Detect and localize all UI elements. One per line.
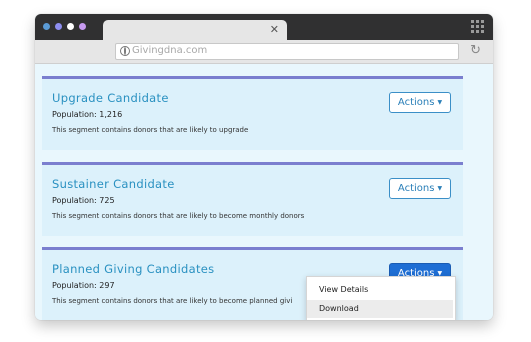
browser-window: ✕ Givingdna.com ↻ Upgrade Candidate Popu… [35, 14, 493, 320]
window-dot-3[interactable] [67, 23, 74, 30]
url-field[interactable]: Givingdna.com [115, 43, 459, 60]
caret-down-icon: ▼ [437, 184, 443, 192]
reload-icon[interactable]: ↻ [470, 42, 481, 60]
browser-tab[interactable]: ✕ [103, 20, 287, 40]
segment-title: Upgrade Candidate [52, 91, 169, 105]
segment-card-upgrade: Upgrade Candidate Population: 1,216 This… [42, 76, 463, 150]
actions-button[interactable]: Actions ▼ [389, 178, 451, 199]
actions-dropdown-menu: View Details Download [306, 276, 456, 320]
window-dot-1[interactable] [43, 23, 50, 30]
segment-population: Population: 725 [52, 196, 115, 205]
close-icon[interactable]: ✕ [270, 21, 279, 39]
address-bar: Givingdna.com ↻ [35, 40, 493, 64]
globe-icon [120, 46, 130, 56]
menu-item-view-details[interactable]: View Details [307, 281, 453, 299]
title-bar: ✕ [35, 14, 493, 40]
segment-card-sustainer: Sustainer Candidate Population: 725 This… [42, 162, 463, 236]
segment-description: This segment contains donors that are li… [52, 297, 293, 305]
grid-menu-icon[interactable] [471, 20, 484, 33]
window-dot-4[interactable] [79, 23, 86, 30]
segment-population: Population: 1,216 [52, 110, 123, 119]
actions-button-label: Actions [397, 97, 435, 108]
window-dot-2[interactable] [55, 23, 62, 30]
segment-description: This segment contains donors that are li… [52, 126, 249, 134]
actions-button-label: Actions [397, 183, 435, 194]
segment-population: Population: 297 [52, 281, 115, 290]
caret-down-icon: ▼ [437, 98, 443, 106]
menu-item-download[interactable]: Download [307, 300, 453, 318]
actions-button[interactable]: Actions ▼ [389, 92, 451, 113]
segment-description: This segment contains donors that are li… [52, 212, 305, 220]
url-text: Givingdna.com [132, 45, 208, 56]
page-content: Upgrade Candidate Population: 1,216 This… [35, 64, 493, 320]
segment-title: Sustainer Candidate [52, 177, 175, 191]
segment-title: Planned Giving Candidates [52, 262, 215, 276]
